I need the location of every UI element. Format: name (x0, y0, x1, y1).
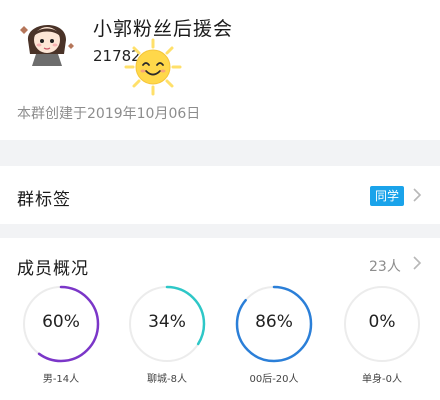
stat-percent: 34% (148, 312, 186, 332)
stat-city: 34% 聊城-8人 (127, 284, 207, 396)
sun-sticker-icon (124, 38, 182, 96)
group-tags-row[interactable]: 群标签 同学 (0, 166, 440, 224)
group-tags-label: 群标签 (17, 190, 71, 210)
stat-label: 聊城-8人 (147, 374, 187, 385)
stat-age: 86% 00后-20人 (234, 284, 314, 396)
stat-percent: 60% (42, 312, 80, 332)
stat-percent: 86% (255, 312, 293, 332)
chevron-right-icon (413, 188, 422, 202)
group-avatar[interactable] (16, 10, 78, 68)
stat-gender: 60% 男-14人 (21, 284, 101, 396)
group-name: 小郭粉丝后援会 (93, 18, 234, 40)
chevron-right-icon[interactable] (411, 254, 423, 272)
created-date: 本群创建于2019年10月06日 (17, 106, 201, 122)
stat-single: 0% 单身-0人 (342, 284, 422, 396)
tag-badge: 同学 (370, 186, 405, 206)
member-overview: 成员概况 23人 60% 男-14人 34% 聊城-8人 86% 00后-20人… (0, 238, 440, 400)
stat-label: 男-14人 (42, 374, 80, 385)
member-overview-label: 成员概况 (17, 259, 89, 279)
member-count[interactable]: 23人 (369, 256, 401, 276)
cartoon-avatar-icon (20, 12, 74, 66)
stat-label: 单身-0人 (362, 374, 402, 385)
stat-percent: 0% (368, 312, 396, 332)
group-profile-page: 小郭粉丝后援会 21782 本群创建于2019年10月06日 群标签 同学 成员… (0, 0, 440, 400)
stat-label: 00后-20人 (249, 374, 299, 385)
group-header: 小郭粉丝后援会 21782 本群创建于2019年10月06日 (0, 0, 440, 140)
